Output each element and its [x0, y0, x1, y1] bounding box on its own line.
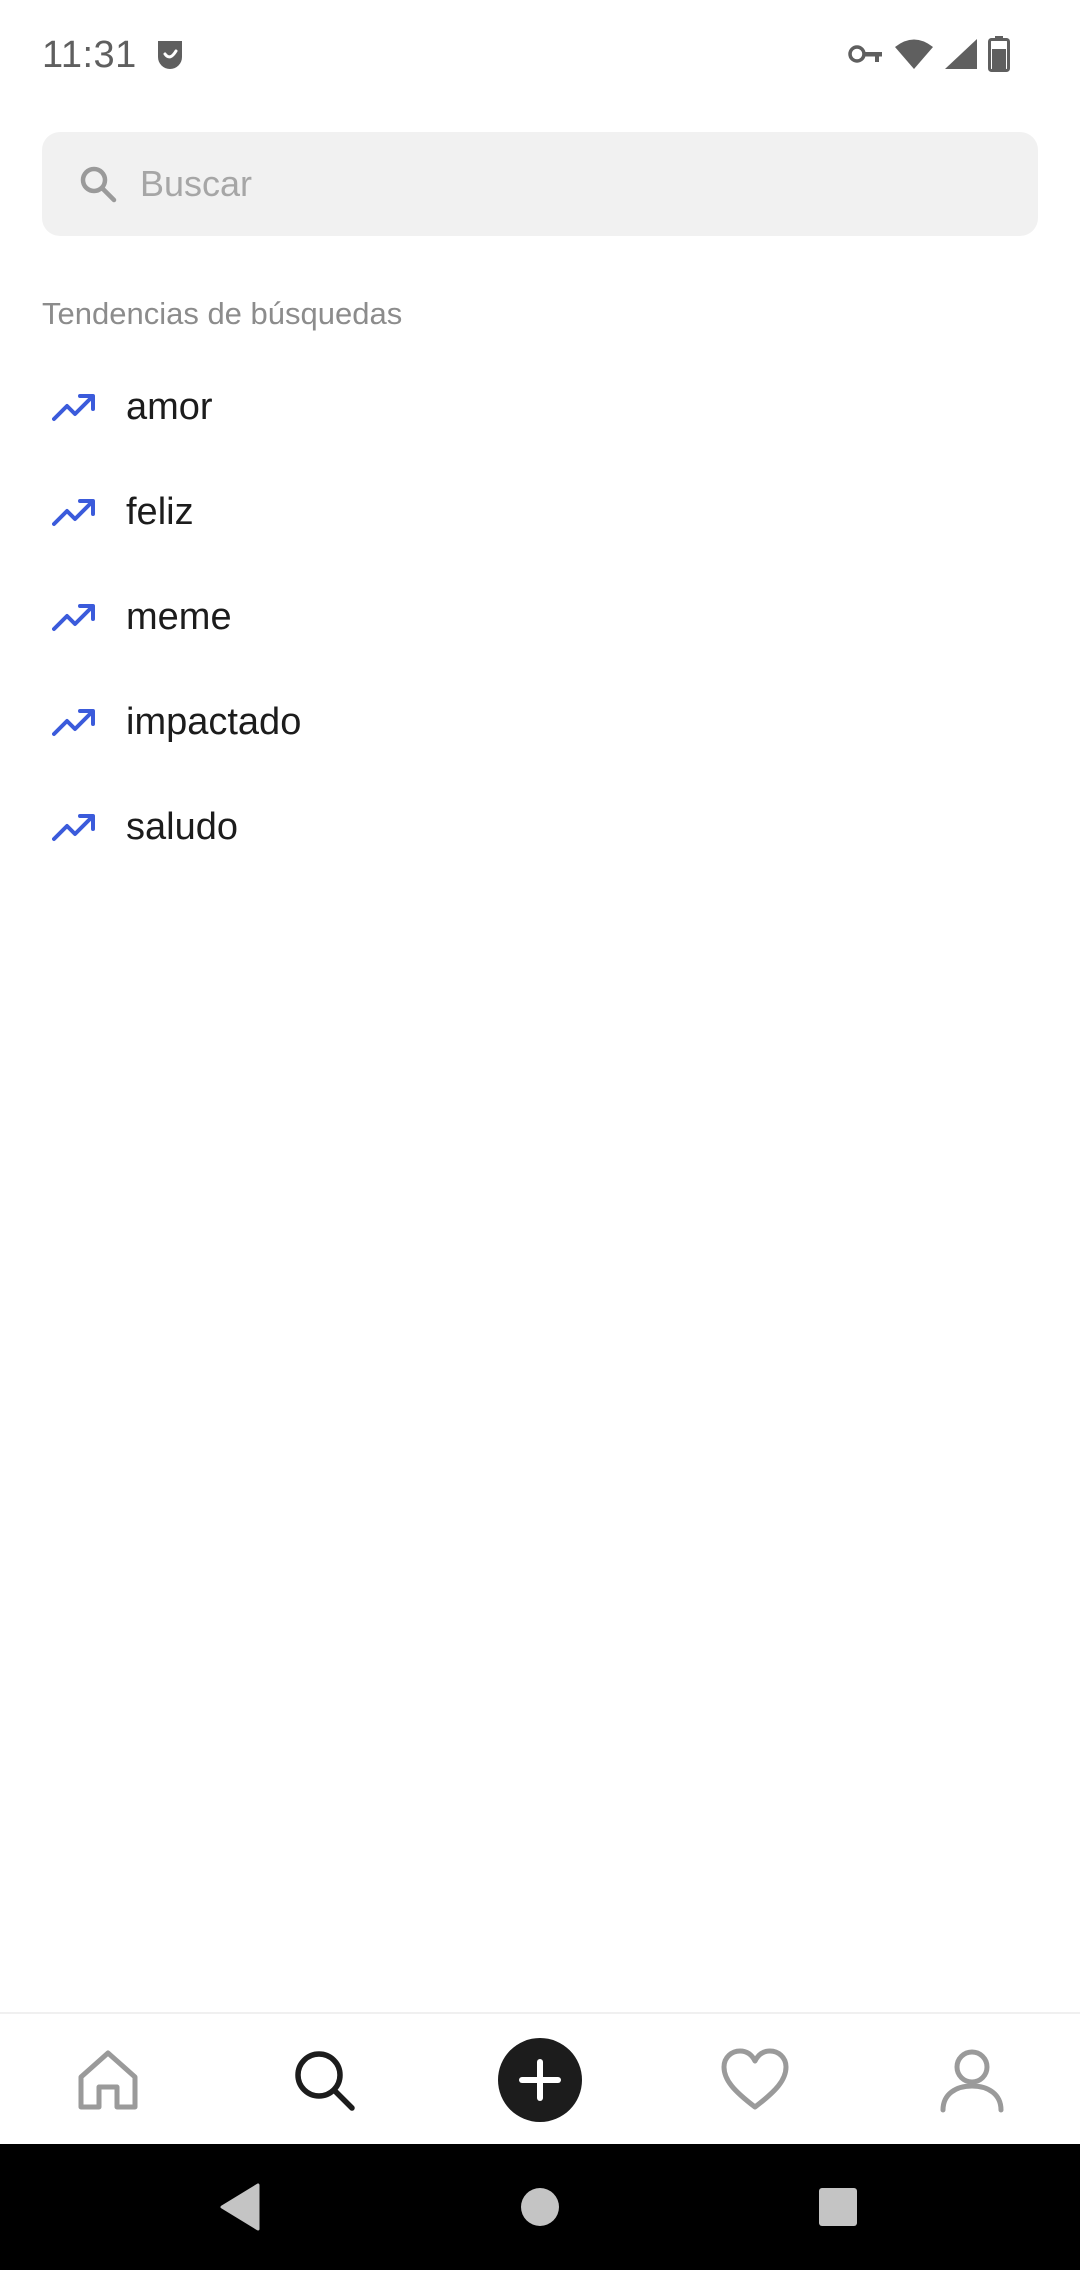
nav-likes-button[interactable] [695, 2014, 815, 2146]
nav-search-button[interactable] [264, 2014, 384, 2146]
trending-label: amor [126, 386, 213, 428]
profile-icon [940, 2049, 1004, 2113]
back-icon [220, 2183, 260, 2231]
trending-item[interactable]: impactado [0, 670, 1080, 775]
search-bar[interactable] [42, 132, 1038, 236]
status-time: 11:31 [42, 34, 137, 76]
nav-profile-button[interactable] [912, 2014, 1032, 2146]
trending-item[interactable]: meme [0, 565, 1080, 670]
status-bar: 11:31 [0, 0, 1080, 110]
wifi-icon [895, 39, 933, 69]
trending-up-icon [52, 498, 95, 526]
trending-up-icon [52, 708, 95, 736]
nav-home-button[interactable] [48, 2014, 168, 2146]
system-recents-button[interactable] [778, 2144, 898, 2270]
bottom-nav [0, 2012, 1080, 2146]
trending-item[interactable]: amor [0, 355, 1080, 460]
trending-up-icon [52, 603, 95, 631]
trending-up-icon [52, 813, 95, 841]
home-icon [78, 2050, 138, 2110]
trending-title: Tendencias de búsquedas [42, 296, 403, 331]
trending-label: feliz [126, 491, 194, 533]
search-icon [295, 2051, 355, 2111]
system-nav-bar [0, 2144, 1080, 2270]
status-icons [848, 34, 1010, 74]
system-back-button[interactable] [180, 2144, 300, 2270]
battery-icon [988, 36, 1010, 72]
search-input[interactable] [138, 153, 1002, 215]
nav-create-button[interactable] [480, 2014, 600, 2146]
app-notification-icon [158, 41, 182, 69]
trending-item[interactable]: feliz [0, 460, 1080, 565]
trending-item[interactable]: saludo [0, 775, 1080, 880]
recents-icon [819, 2188, 857, 2226]
trending-label: meme [126, 596, 232, 638]
vpn-key-icon [848, 45, 882, 63]
trending-up-icon [52, 393, 95, 421]
heart-icon [721, 2048, 789, 2110]
home-circle-icon [521, 2188, 559, 2226]
trending-label: impactado [126, 701, 302, 743]
add-icon [498, 2038, 582, 2122]
trending-label: saludo [126, 806, 238, 848]
search-icon [80, 166, 117, 203]
trending-list: amor feliz meme impactado saludo [0, 355, 1080, 880]
signal-icon [945, 39, 977, 69]
system-home-button[interactable] [480, 2144, 600, 2270]
